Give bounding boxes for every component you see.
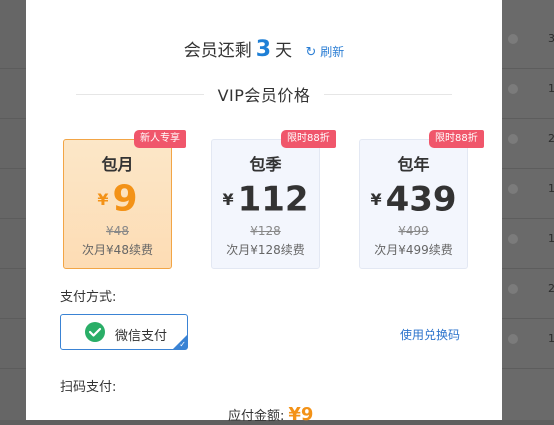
pricing-section-title: VIP会员价格: [76, 82, 452, 106]
background-left-panel: [0, 0, 26, 420]
plan-card-quarterly[interactable]: 包季 ¥112 ¥128 次月¥128续费: [211, 139, 320, 269]
amount-due-value: ¥9: [288, 404, 314, 425]
pricing-title: VIP会员价格: [217, 86, 311, 105]
background-count: 3: [548, 32, 554, 45]
refresh-button[interactable]: ↻ 刷新: [305, 45, 345, 60]
background-star-icon: [508, 34, 518, 44]
plan-renew-note: 次月¥499续费: [374, 243, 453, 257]
membership-remaining: 会员还剩 3 天 ↻ 刷新: [26, 36, 502, 62]
plan-price-amount: 9: [112, 178, 138, 220]
plan-price-amount: 112: [237, 179, 309, 220]
plan-price: ¥9: [64, 177, 171, 221]
background-star-icon: [508, 134, 518, 144]
amount-due: 应付金额: ¥9: [228, 404, 313, 425]
currency-symbol: ¥: [370, 189, 382, 209]
background-star-icon: [508, 284, 518, 294]
plan-price: ¥439: [360, 177, 467, 221]
plan-badge-new-user: 新人专享: [134, 130, 186, 148]
background-count: 2: [548, 132, 554, 145]
remaining-suffix: 天: [275, 41, 293, 61]
plan-name: 包年: [397, 155, 430, 174]
check-icon: ✓: [179, 340, 186, 349]
refresh-icon: ↻: [305, 45, 317, 60]
plan-original-price: ¥48: [106, 224, 129, 238]
wechat-pay-option[interactable]: 微信支付 ✓: [60, 314, 188, 350]
background-count: 1: [548, 332, 554, 345]
redeem-code-link[interactable]: 使用兑换码: [400, 326, 460, 343]
scan-pay-label: 扫码支付:: [60, 380, 117, 395]
background-count: 1: [548, 182, 554, 195]
background-count: 1: [548, 232, 554, 245]
currency-symbol: ¥: [97, 189, 109, 209]
plan-card-yearly[interactable]: 包年 ¥439 ¥499 次月¥499续费: [359, 139, 468, 269]
plan-renew-note: 次月¥48续费: [82, 243, 153, 257]
plan-badge-discount: 限时88折: [281, 130, 336, 148]
background-count: 1: [548, 82, 554, 95]
vip-purchase-modal: 会员还剩 3 天 ↻ 刷新 VIP会员价格 包月 ¥9 ¥48 次月¥48续费 新人…: [26, 0, 502, 425]
plan-name: 包季: [249, 155, 282, 174]
background-count: 2: [548, 282, 554, 295]
payment-method-label: 支付方式:: [60, 290, 117, 305]
plan-price-amount: 439: [385, 179, 457, 220]
plan-renew-note: 次月¥128续费: [226, 243, 305, 257]
wechat-pay-label: 微信支付: [115, 329, 168, 344]
plan-card-monthly[interactable]: 包月 ¥9 ¥48 次月¥48续费: [63, 139, 172, 269]
background-star-icon: [508, 334, 518, 344]
background-list: 3 1 2 1 1 2 1: [502, 0, 554, 420]
remaining-prefix: 会员还剩: [183, 41, 252, 61]
currency-symbol: ¥: [222, 189, 234, 209]
amount-due-label: 应付金额:: [228, 409, 285, 424]
background-star-icon: [508, 184, 518, 194]
plan-original-price: ¥128: [250, 224, 281, 238]
background-star-icon: [508, 84, 518, 94]
plan-name: 包月: [101, 155, 134, 174]
plan-original-price: ¥499: [398, 224, 429, 238]
refresh-label: 刷新: [320, 45, 345, 59]
plan-badge-discount: 限时88折: [429, 130, 484, 148]
plan-price: ¥112: [212, 177, 319, 221]
wechat-icon: [85, 322, 105, 342]
remaining-days: 3: [255, 37, 272, 62]
background-star-icon: [508, 234, 518, 244]
